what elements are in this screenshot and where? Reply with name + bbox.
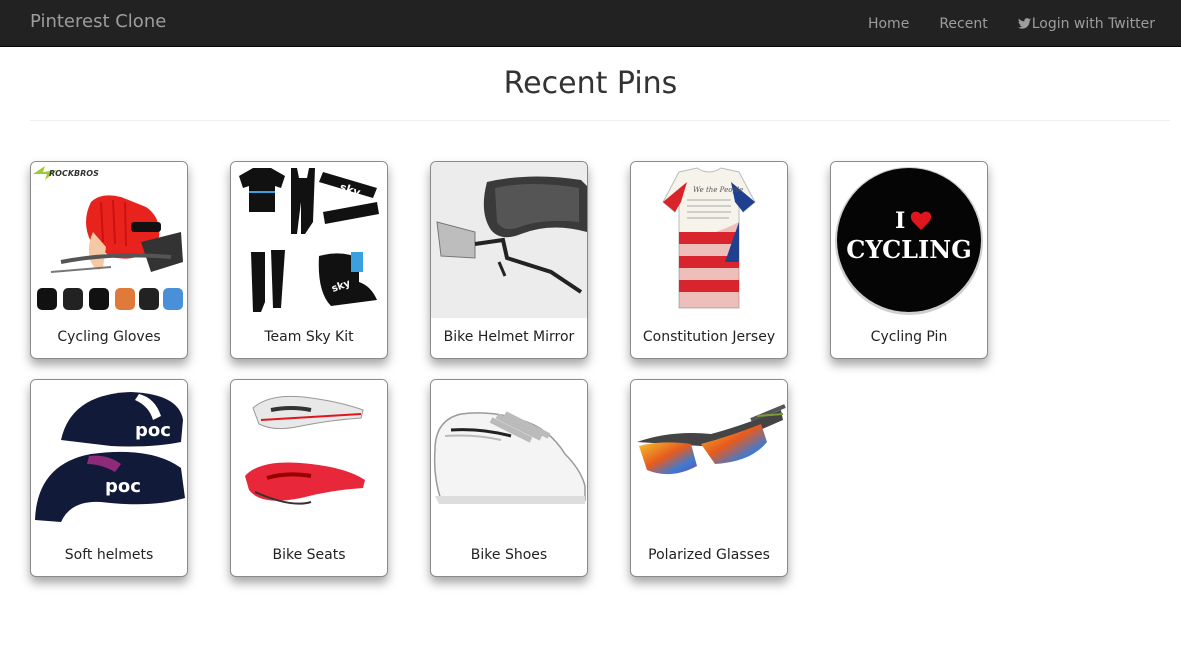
pin-caption: Bike Seats [272,547,346,563]
pin-card[interactable]: Bike Shoes [430,379,588,577]
polarized-glasses-image [631,380,787,536]
nav-links: Home Recent Login with Twitter [838,0,1155,47]
pin-card[interactable]: sky sky Team Sky Kit [230,161,388,359]
pin-image [631,380,787,536]
bike-shoes-image [431,380,587,536]
title-divider [30,120,1170,121]
cycling-pin-image: I CYCLING [831,162,987,318]
constitution-jersey-image: We the People [631,162,787,318]
pin-image [431,380,587,536]
rockbros-logo: ROCKBROS [49,169,99,178]
pin-card[interactable]: Bike Helmet Mirror [430,161,588,359]
soft-helmets-image: poc poc [31,380,187,536]
pin-caption: Constitution Jersey [642,329,776,345]
page-title: Recent Pins [503,66,678,101]
pin-card[interactable]: poc poc Soft helmets [30,379,188,577]
twitter-icon [1017,18,1031,29]
poc-logo: poc [135,420,171,441]
pin-text-i: I [895,208,905,234]
pin-image: sky sky [231,162,387,318]
navbar: Pinterest Clone Home Recent Login with T… [0,0,1181,47]
nav-home-link[interactable]: Home [868,16,909,32]
team-sky-kit-image: sky sky [231,162,387,318]
bike-seats-image [231,380,387,536]
pin-image: poc poc [31,380,187,536]
helmet-mirror-image [431,162,587,318]
pin-caption: Soft helmets [64,547,154,563]
pin-image [231,380,387,536]
pin-card[interactable]: I CYCLING Cycling Pin [830,161,988,359]
pin-caption: Bike Shoes [470,547,548,563]
pin-caption: Bike Helmet Mirror [443,329,575,345]
pin-image [431,162,587,318]
pin-image: I CYCLING [831,162,987,318]
brand-link[interactable]: Pinterest Clone [30,11,166,32]
pin-caption: Team Sky Kit [264,329,354,345]
nav-recent-link[interactable]: Recent [939,16,987,32]
pin-image: We the People [631,162,787,318]
pin-caption: Polarized Glasses [648,547,770,563]
pin-card[interactable]: ROCKBROS Cycling Gloves [30,161,188,359]
login-twitter-link[interactable]: Login with Twitter [1017,15,1155,32]
pin-image: ROCKBROS [31,162,187,318]
login-twitter-label: Login with Twitter [1031,15,1155,32]
cycling-gloves-image: ROCKBROS [31,162,187,318]
pin-caption: Cycling Gloves [57,329,161,345]
pin-card[interactable]: Bike Seats [230,379,388,577]
jersey-script: We the People [693,186,743,194]
svg-text:poc: poc [105,476,141,497]
pin-card[interactable]: We the People Constitution Jersey [630,161,788,359]
pin-caption: Cycling Pin [870,329,948,345]
pin-text-cycling: CYCLING [846,235,971,264]
pin-card[interactable]: Polarized Glasses [630,379,788,577]
